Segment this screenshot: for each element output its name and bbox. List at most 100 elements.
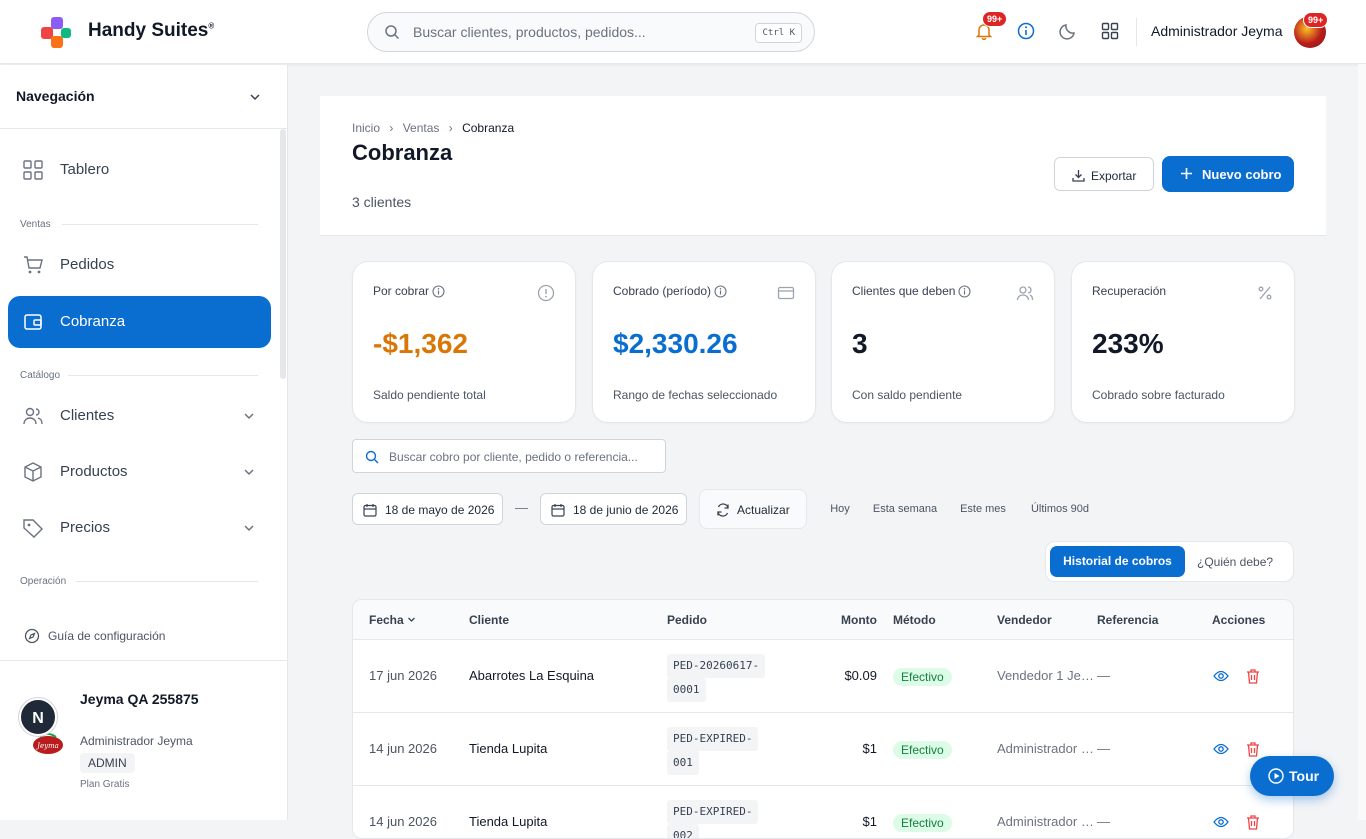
brand-logo[interactable] bbox=[41, 17, 73, 49]
tour-button[interactable]: Tour bbox=[1250, 756, 1334, 796]
info-icon[interactable] bbox=[432, 285, 445, 298]
trash-icon[interactable] bbox=[1246, 668, 1260, 684]
box-icon bbox=[24, 462, 42, 482]
export-label: Exportar bbox=[1091, 169, 1137, 183]
eye-icon[interactable] bbox=[1213, 743, 1229, 755]
kpi-subtext: Saldo pendiente total bbox=[373, 388, 486, 402]
column-header-cliente: Cliente bbox=[469, 613, 510, 627]
export-button[interactable]: Exportar bbox=[1054, 157, 1154, 191]
info-icon[interactable] bbox=[714, 285, 727, 298]
cell-fecha: 14 jun 2026 bbox=[369, 741, 437, 756]
cell-cliente[interactable]: Abarrotes La Esquina bbox=[469, 668, 594, 683]
cell-pedido[interactable]: PED-EXPIRED- 001 bbox=[667, 727, 759, 775]
cell-fecha: 14 jun 2026 bbox=[369, 814, 437, 829]
kpi-value: 3 bbox=[852, 328, 868, 359]
breadcrumb: Inicio › Ventas › Cobranza bbox=[352, 121, 520, 135]
table-row: 14 jun 2026 Tienda Lupita PED-EXPIRED- 00… bbox=[353, 713, 1293, 786]
sidebar-item-label: Tablero bbox=[60, 161, 110, 178]
breadcrumb-ventas[interactable]: Ventas bbox=[403, 121, 440, 135]
quick-filter-90d[interactable]: Últimos 90d bbox=[1022, 497, 1098, 521]
organization-name: Jeyma QA 255875 bbox=[80, 691, 199, 707]
sidebar-header[interactable]: Navegación bbox=[0, 65, 287, 129]
refresh-button[interactable]: Actualizar bbox=[699, 489, 807, 529]
date-from-picker[interactable]: 18 de mayo de 2026 bbox=[352, 493, 503, 525]
sidebar-item-cobranza[interactable]: Cobranza bbox=[8, 296, 271, 348]
sidebar-item-tablero[interactable]: Tablero bbox=[8, 144, 271, 196]
setup-guide-label: Guía de configuración bbox=[48, 629, 166, 643]
cell-vendedor: Vendedor 1 Jeyma bbox=[997, 668, 1095, 683]
column-header-vendedor: Vendedor bbox=[997, 613, 1052, 627]
sidebar-item-label: Pedidos bbox=[60, 256, 115, 273]
sidebar-footer: Jeyma QA 255875 Jeyma Administrador Jeym… bbox=[0, 660, 287, 820]
trash-icon[interactable] bbox=[1246, 741, 1260, 757]
table-header: Fecha Cliente Pedido Monto Método Vended… bbox=[353, 600, 1293, 640]
breadcrumb-separator: › bbox=[448, 121, 453, 135]
calendar-icon bbox=[551, 504, 565, 517]
cell-referencia: — bbox=[1097, 741, 1110, 756]
wallet-icon bbox=[24, 314, 42, 330]
help-launcher-button[interactable]: N bbox=[19, 698, 57, 736]
compass-icon bbox=[24, 628, 40, 644]
sidebar-item-pedidos[interactable]: Pedidos bbox=[8, 239, 271, 291]
date-from-value: 18 de mayo de 2026 bbox=[385, 503, 495, 517]
sidebar-scrollbar[interactable] bbox=[280, 129, 286, 379]
kpi-label: Recuperación bbox=[1092, 284, 1167, 298]
tab-historial[interactable]: Historial de cobros bbox=[1050, 546, 1185, 577]
kpi-card-recuperacion: Recuperación 233% Cobrado sobre facturad… bbox=[1071, 261, 1295, 423]
date-to-picker[interactable]: 18 de junio de 2026 bbox=[540, 493, 687, 525]
cell-vendedor: Administrador Jeyma bbox=[997, 741, 1095, 756]
sidebar-item-productos[interactable]: Productos bbox=[8, 446, 271, 498]
play-icon bbox=[1268, 768, 1284, 784]
date-range-separator: — bbox=[515, 500, 528, 515]
kpi-subtext: Con saldo pendiente bbox=[852, 388, 963, 402]
sidebar-item-label: Precios bbox=[60, 519, 111, 536]
payment-search-input[interactable]: Buscar cobro por cliente, pedido o refer… bbox=[352, 439, 666, 473]
chevron-down-icon bbox=[244, 413, 254, 420]
sidebar-item-precios[interactable]: Precios bbox=[8, 502, 271, 554]
section-divider bbox=[62, 224, 258, 225]
breadcrumb-current: Cobranza bbox=[462, 121, 515, 135]
info-icon[interactable] bbox=[958, 285, 971, 298]
eye-icon[interactable] bbox=[1213, 816, 1229, 828]
tab-quien-debe[interactable]: ¿Quién debe? bbox=[1197, 555, 1273, 569]
grid-icon bbox=[23, 160, 43, 180]
method-badge: Efectivo bbox=[893, 668, 952, 686]
apps-grid-icon[interactable] bbox=[1101, 22, 1119, 40]
global-search[interactable]: Buscar clientes, productos, pedidos... C… bbox=[367, 12, 815, 52]
sidebar-item-clientes[interactable]: Clientes bbox=[8, 390, 271, 442]
new-payment-button[interactable]: Nuevo cobro bbox=[1162, 156, 1294, 192]
chevron-down-icon bbox=[250, 94, 260, 101]
kpi-value: -$1,362 bbox=[373, 328, 468, 359]
search-placeholder: Buscar clientes, productos, pedidos... bbox=[413, 24, 646, 40]
plus-icon bbox=[1181, 168, 1192, 179]
page-scrollbar[interactable] bbox=[1358, 64, 1366, 820]
cell-referencia: — bbox=[1097, 668, 1110, 683]
view-toggle: Historial de cobros ¿Quién debe? bbox=[1045, 541, 1294, 582]
cell-cliente[interactable]: Tienda Lupita bbox=[469, 814, 547, 829]
moon-icon[interactable] bbox=[1059, 22, 1077, 40]
topbar-divider bbox=[1136, 18, 1137, 46]
cell-cliente[interactable]: Tienda Lupita bbox=[469, 741, 547, 756]
column-header-metodo: Método bbox=[893, 613, 936, 627]
breadcrumb-inicio[interactable]: Inicio bbox=[352, 121, 380, 135]
svg-text:Jeyma: Jeyma bbox=[35, 742, 59, 750]
new-payment-label: Nuevo cobro bbox=[1202, 167, 1282, 182]
quick-filter-semana[interactable]: Esta semana bbox=[866, 497, 944, 521]
table-row: 17 jun 2026 Abarrotes La Esquina PED-202… bbox=[353, 640, 1293, 713]
page-title: Cobranza bbox=[352, 140, 453, 165]
column-header-referencia: Referencia bbox=[1097, 613, 1159, 627]
quick-filter-mes[interactable]: Este mes bbox=[950, 497, 1016, 521]
eye-icon[interactable] bbox=[1213, 670, 1229, 682]
user-name[interactable]: Administrador Jeyma bbox=[1151, 23, 1283, 39]
cell-monto: $1 bbox=[862, 741, 877, 756]
section-ventas: Ventas bbox=[20, 219, 51, 230]
quick-filter-hoy[interactable]: Hoy bbox=[820, 497, 860, 521]
tag-icon bbox=[23, 519, 43, 538]
column-header-fecha[interactable]: Fecha bbox=[369, 613, 416, 627]
trash-icon[interactable] bbox=[1246, 814, 1260, 830]
section-divider bbox=[68, 375, 258, 376]
info-icon[interactable] bbox=[1017, 22, 1035, 40]
alert-circle-icon bbox=[537, 284, 555, 302]
kpi-label: Clientes que deben bbox=[852, 284, 971, 298]
cell-pedido[interactable]: PED-20260617- 0001 bbox=[667, 654, 766, 702]
